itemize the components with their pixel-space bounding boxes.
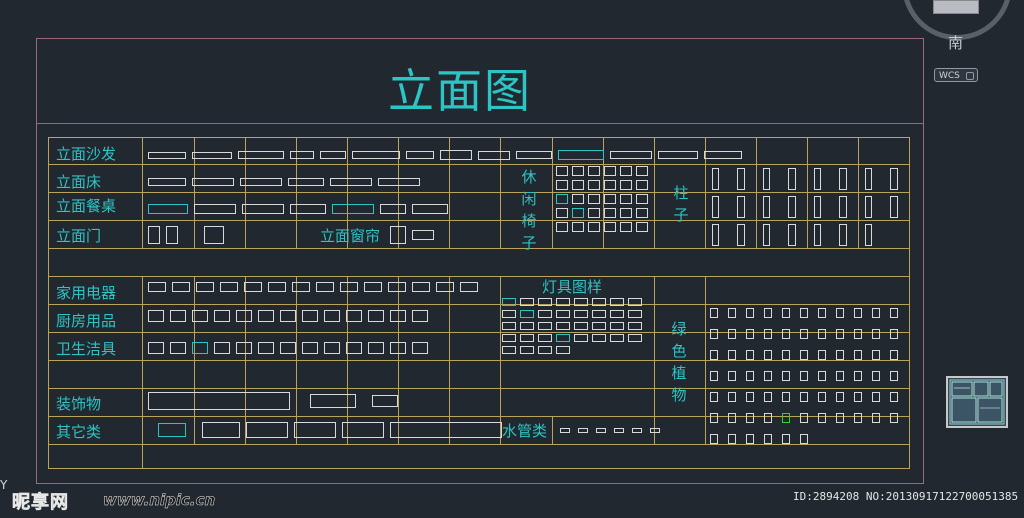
- drawing-thumbnail-minimap[interactable]: [946, 376, 1008, 428]
- category-leisure-chair: 休闲椅子: [521, 168, 537, 252]
- title-block-divider: [36, 123, 924, 124]
- drawing-title: 立面图: [388, 64, 532, 118]
- kitchen-symbols: [148, 310, 428, 322]
- category-others: 其它类: [56, 423, 102, 441]
- grid-line: [48, 220, 910, 221]
- grid-line: [654, 276, 655, 444]
- grid-line: [142, 276, 143, 469]
- column-symbols-row1: [712, 168, 898, 190]
- category-decoration: 装饰物: [56, 395, 102, 413]
- grid-line: [48, 444, 910, 445]
- minimap-preview-icon: [949, 379, 1005, 425]
- grid-line: [245, 276, 246, 444]
- leisure-chair-symbols: [556, 166, 650, 232]
- grid-line: [705, 276, 706, 444]
- category-green-plants: 绿色植物: [671, 320, 687, 404]
- door-symbols: [148, 226, 434, 244]
- grid-line: [48, 276, 910, 277]
- watermark-id: ID:2894208 NO:20130917122700051385: [793, 490, 1019, 503]
- category-water-pipe: 水管类: [502, 422, 548, 440]
- decoration-symbols: [148, 392, 398, 410]
- lamp-symbol-grid: [500, 294, 654, 388]
- appliance-symbols: [148, 282, 478, 292]
- category-sofa: 立面沙发: [56, 145, 117, 163]
- plant-symbols: [710, 308, 906, 444]
- compass-south-label[interactable]: 南: [948, 32, 963, 53]
- wcs-label: WCS: [939, 71, 960, 81]
- grid-line: [194, 276, 195, 444]
- dropdown-indicator-icon: [966, 72, 974, 80]
- category-column: 柱子: [673, 184, 689, 224]
- grid-line: [48, 304, 910, 305]
- category-appliance: 家用电器: [56, 284, 117, 302]
- grid-line: [48, 248, 910, 249]
- column-symbols-row2: [712, 196, 898, 218]
- grid-line: [449, 276, 450, 444]
- watermark-url: www.nipic.cn: [103, 491, 216, 510]
- grid-line: [48, 164, 910, 165]
- bathroom-symbols: [148, 342, 428, 354]
- category-dining: 立面餐桌: [56, 197, 117, 215]
- grid-line: [142, 137, 143, 248]
- others-symbols: [158, 422, 502, 438]
- wcs-menu-button[interactable]: WCS: [934, 68, 978, 82]
- viewcube-face[interactable]: [933, 0, 979, 14]
- category-door: 立面门: [56, 227, 102, 245]
- grid-line: [48, 192, 910, 193]
- grid-line: [296, 276, 297, 444]
- bed-symbols: [148, 178, 420, 186]
- water-pipe-symbols: [560, 428, 660, 433]
- category-kitchen: 厨房用品: [56, 312, 117, 330]
- grid-line: [347, 276, 348, 444]
- ucs-axis-icon: Y: [0, 478, 8, 492]
- sofa-symbols: [148, 150, 742, 160]
- dining-symbols: [148, 204, 448, 214]
- grid-line: [398, 276, 399, 444]
- watermark-logo: 昵享网: [12, 492, 69, 514]
- category-bathroom: 卫生洁具: [56, 340, 117, 358]
- column-symbols-row3: [712, 224, 872, 246]
- grid-line: [552, 416, 553, 444]
- category-bed: 立面床: [56, 173, 102, 191]
